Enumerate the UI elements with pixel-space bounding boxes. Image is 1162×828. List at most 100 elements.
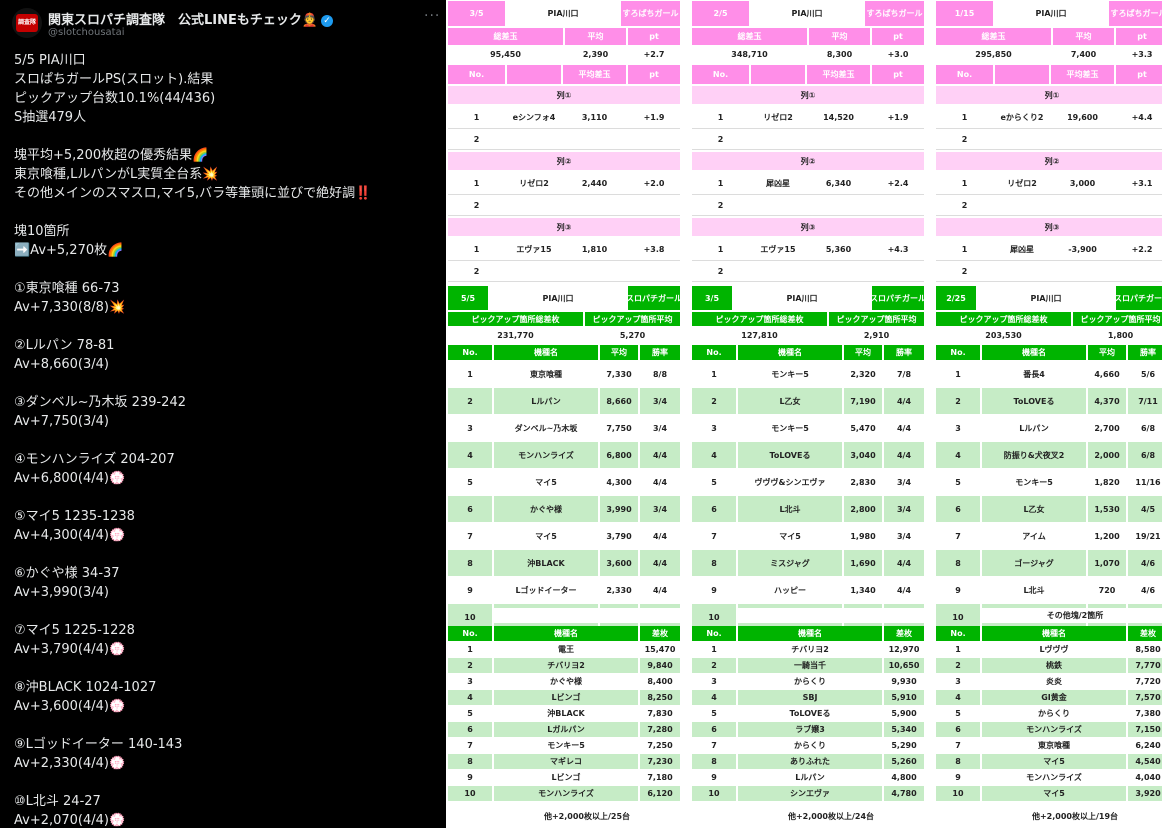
table-row: 1 リゼロ2 2,440 +2.0	[448, 172, 680, 194]
table-cell: 機種名	[982, 626, 1126, 641]
table-row: 6 L北斗 2,800 3/4	[692, 496, 924, 522]
tweet-line	[14, 374, 439, 393]
table-cell: 5,900	[884, 706, 924, 721]
table-cell: 1	[936, 172, 993, 194]
table-cell: SBJ	[738, 690, 882, 705]
table-row: 10 シンエヴァ 4,780	[692, 786, 924, 801]
table-cell: 7,400	[1053, 45, 1114, 64]
group-label: 列②	[448, 152, 680, 170]
table-cell: ピックアップ箇所総差枚	[936, 312, 1071, 326]
tweet-line: ⑥かぐや様 34-37	[14, 566, 120, 581]
tweet-line: Av+3,600(4/4)💮	[14, 699, 126, 714]
table-cell: 4/4	[640, 523, 680, 549]
group-label: 列②	[692, 152, 924, 170]
table-row: 4 ToLOVEる 3,040 4/4	[692, 442, 924, 468]
table-cell: 7,830	[640, 706, 680, 721]
table-cell: 4,040	[1128, 770, 1162, 785]
tweet-line: Av+2,070(4/4)💮	[14, 813, 126, 828]
tweet-line: Av+3,790(4/4)💮	[14, 642, 126, 657]
more-options-icon[interactable]: ···	[424, 8, 440, 24]
table-cell: 総差玉	[692, 28, 807, 45]
table-row: 3/5 PIA川口 すろぱちガール	[448, 1, 680, 26]
table-row	[448, 608, 680, 623]
table-cell: 3	[448, 674, 492, 689]
table-cell: 7/11	[1128, 388, 1162, 414]
tweet-line: 塊10箇所	[14, 224, 70, 239]
table-row: 2 L乙女 7,190 4/4	[692, 388, 924, 414]
table-cell: 機種名	[738, 345, 842, 360]
table-cell: モンキー5	[738, 415, 842, 441]
table-cell: 2,800	[844, 496, 882, 522]
extra-label	[738, 608, 924, 623]
table-cell: 15,470	[640, 642, 680, 657]
table-cell	[1116, 195, 1162, 215]
user-handle[interactable]: @slotchousatai	[48, 27, 124, 38]
table-cell: 7	[692, 523, 736, 549]
table-cell: 4,780	[884, 786, 924, 801]
table-cell: ピックアップ箇所平均	[829, 312, 924, 326]
table-row: 4 モンハンライズ 6,800 4/4	[448, 442, 680, 468]
table-event: すろぱちガール	[621, 1, 680, 26]
table-cell: 2	[692, 195, 749, 215]
table-cell: 5,270	[585, 327, 680, 343]
table-row: 7 東京喰種 6,240	[936, 738, 1162, 753]
table-row: 総差玉 平均 pt	[448, 28, 680, 45]
table-cell	[1116, 261, 1162, 281]
table-cell: 2,390	[565, 45, 626, 64]
display-name-text: 関東スロパチ調査隊 公式LINEもチェック👲	[48, 13, 319, 28]
display-name[interactable]: 関東スロパチ調査隊 公式LINEもチェック👲 ✓	[48, 9, 334, 28]
table-cell: 8	[692, 754, 736, 769]
table-cell: 1	[692, 361, 736, 387]
table-cell: 19/21	[1128, 523, 1162, 549]
table-cell: 平均	[844, 345, 882, 360]
table-cell: 9	[936, 770, 980, 785]
table-row: 231,770 5,270	[448, 327, 680, 343]
table-cell	[563, 261, 626, 281]
table-cell: マイ5	[982, 786, 1126, 801]
table-cell: 総差玉	[448, 28, 563, 45]
table-cell: 6	[936, 496, 980, 522]
table-row: ピックアップ箇所総差枚 ピックアップ箇所平均	[692, 312, 924, 326]
table-cell: 4/4	[884, 415, 924, 441]
table-cell: Lルパン	[494, 388, 598, 414]
table-cell	[563, 129, 626, 149]
table-cell: 7	[448, 523, 492, 549]
table-cell: 差枚	[640, 626, 680, 641]
table-row: 3/5 PIA川口 スロパチガール	[692, 286, 924, 310]
table-cell: 6	[448, 496, 492, 522]
history-table: 3/5 PIA川口 すろぱちガール 総差玉 平均 pt 95,450 2,390 +2.7 No.…	[448, 1, 680, 285]
table-cell: からくり	[982, 706, 1126, 721]
table-cell: マイ5	[982, 754, 1126, 769]
table-cell	[628, 261, 680, 281]
table-cell: 2,440	[563, 172, 626, 194]
table-row: ピックアップ箇所総差枚 ピックアップ箇所平均	[936, 312, 1162, 326]
table-cell: 7	[692, 738, 736, 753]
table-cell: 3	[936, 415, 980, 441]
table-event: すろぱちガール	[865, 1, 924, 26]
table-cell: pt	[872, 65, 924, 84]
table-row: 9 Lルパン 4,800	[692, 770, 924, 785]
table-cell: 1	[448, 361, 492, 387]
table-row: No. 機種名 平均 勝率	[692, 345, 924, 360]
extra-label	[494, 608, 680, 623]
table-cell: 8/8	[640, 361, 680, 387]
table-cell	[807, 261, 870, 281]
tweet-line: ④モンハンライズ 204-207	[14, 452, 175, 467]
table-cell	[995, 195, 1049, 215]
table-cell: 6	[448, 722, 492, 737]
table-footer: 他+2,000枚以上/24台	[738, 808, 924, 824]
table-cell: 4/4	[640, 469, 680, 495]
table-cell: ピックアップ箇所総差枚	[448, 312, 583, 326]
table-cell: シンエヴァ	[738, 786, 882, 801]
table-store: PIA川口	[751, 1, 863, 26]
tweet-line	[14, 127, 439, 146]
avatar[interactable]: 調査隊	[12, 8, 42, 38]
table-row: 9 Lビンゴ 7,180	[448, 770, 680, 785]
table-cell: 1,690	[844, 550, 882, 576]
table-cell: 10	[936, 786, 980, 801]
table-cell: 5,470	[844, 415, 882, 441]
table-cell: 3/4	[640, 496, 680, 522]
table-cell: 5,910	[884, 690, 924, 705]
table-cell: 3/4	[640, 415, 680, 441]
table-row: 8 マイ5 4,540	[936, 754, 1162, 769]
